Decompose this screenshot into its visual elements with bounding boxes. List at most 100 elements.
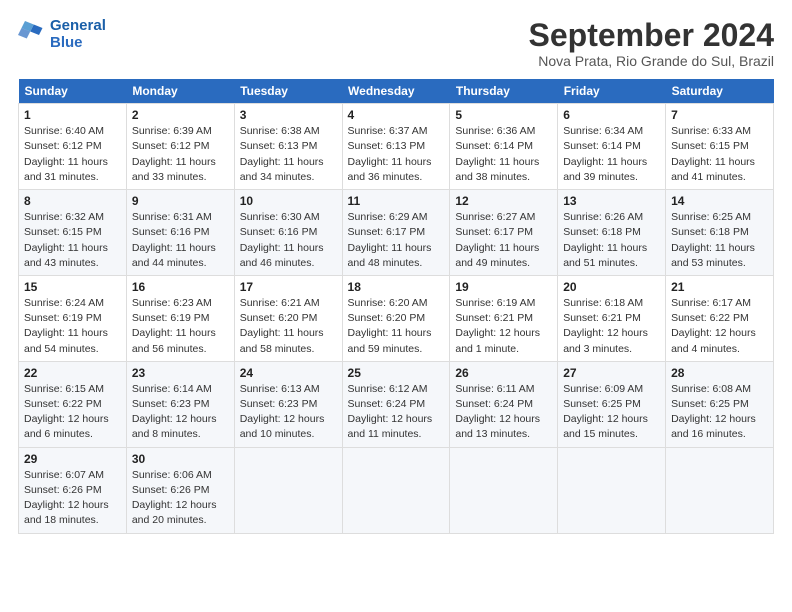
day-number: 20 xyxy=(563,280,660,294)
day-number: 5 xyxy=(455,108,552,122)
calendar-week-row: 1 Sunrise: 6:40 AM Sunset: 6:12 PM Daylig… xyxy=(19,104,774,190)
day-number: 19 xyxy=(455,280,552,294)
calendar-cell xyxy=(450,447,558,533)
month-title: September 2024 xyxy=(529,18,774,53)
day-number: 11 xyxy=(348,194,445,208)
calendar-cell: 22 Sunrise: 6:15 AM Sunset: 6:22 PM Dayli… xyxy=(19,361,127,447)
day-info: Sunrise: 6:39 AM Sunset: 6:12 PM Dayligh… xyxy=(132,124,229,185)
calendar-cell: 21 Sunrise: 6:17 AM Sunset: 6:22 PM Dayli… xyxy=(666,275,774,361)
calendar-cell: 18 Sunrise: 6:20 AM Sunset: 6:20 PM Dayli… xyxy=(342,275,450,361)
page: General Blue September 2024 Nova Prata, … xyxy=(0,0,792,544)
calendar-cell: 15Sunrise: 6:24 AM Sunset: 6:19 PM Dayli… xyxy=(19,275,127,361)
calendar-cell: 25Sunrise: 6:12 AM Sunset: 6:24 PM Dayli… xyxy=(342,361,450,447)
calendar-week-row: 15Sunrise: 6:24 AM Sunset: 6:19 PM Dayli… xyxy=(19,275,774,361)
calendar-cell: 28Sunrise: 6:08 AM Sunset: 6:25 PM Dayli… xyxy=(666,361,774,447)
day-info: Sunrise: 6:33 AM Sunset: 6:15 PM Dayligh… xyxy=(671,124,768,185)
day-info: Sunrise: 6:38 AM Sunset: 6:13 PM Dayligh… xyxy=(240,124,337,185)
day-info: Sunrise: 6:09 AM Sunset: 6:25 PM Dayligh… xyxy=(563,382,660,443)
calendar-cell: 23 Sunrise: 6:14 AM Sunset: 6:23 PM Dayli… xyxy=(126,361,234,447)
location: Nova Prata, Rio Grande do Sul, Brazil xyxy=(529,53,774,69)
day-info: Sunrise: 6:36 AM Sunset: 6:14 PM Dayligh… xyxy=(455,124,552,185)
weekday-header-saturday: Saturday xyxy=(666,79,774,104)
header: General Blue September 2024 Nova Prata, … xyxy=(18,18,774,69)
day-info: Sunrise: 6:15 AM Sunset: 6:22 PM Dayligh… xyxy=(24,382,121,443)
day-number: 17 xyxy=(240,280,337,294)
day-number: 22 xyxy=(24,366,121,380)
day-info: Sunrise: 6:23 AM Sunset: 6:19 PM Dayligh… xyxy=(132,296,229,357)
day-number: 15 xyxy=(24,280,121,294)
calendar-cell: 13 Sunrise: 6:26 AM Sunset: 6:18 PM Dayli… xyxy=(558,190,666,276)
calendar-cell: 24Sunrise: 6:13 AM Sunset: 6:23 PM Dayli… xyxy=(234,361,342,447)
calendar-cell: 7Sunrise: 6:33 AM Sunset: 6:15 PM Daylig… xyxy=(666,104,774,190)
day-info: Sunrise: 6:30 AM Sunset: 6:16 PM Dayligh… xyxy=(240,210,337,271)
calendar-cell: 19 Sunrise: 6:19 AM Sunset: 6:21 PM Dayli… xyxy=(450,275,558,361)
day-info: Sunrise: 6:34 AM Sunset: 6:14 PM Dayligh… xyxy=(563,124,660,185)
day-info: Sunrise: 6:26 AM Sunset: 6:18 PM Dayligh… xyxy=(563,210,660,271)
calendar-cell: 20 Sunrise: 6:18 AM Sunset: 6:21 PM Dayli… xyxy=(558,275,666,361)
day-info: Sunrise: 6:29 AM Sunset: 6:17 PM Dayligh… xyxy=(348,210,445,271)
day-info: Sunrise: 6:27 AM Sunset: 6:17 PM Dayligh… xyxy=(455,210,552,271)
day-number: 4 xyxy=(348,108,445,122)
day-info: Sunrise: 6:37 AM Sunset: 6:13 PM Dayligh… xyxy=(348,124,445,185)
day-number: 13 xyxy=(563,194,660,208)
day-info: Sunrise: 6:18 AM Sunset: 6:21 PM Dayligh… xyxy=(563,296,660,357)
day-info: Sunrise: 6:21 AM Sunset: 6:20 PM Dayligh… xyxy=(240,296,337,357)
calendar-cell: 8 Sunrise: 6:32 AM Sunset: 6:15 PM Daylig… xyxy=(19,190,127,276)
day-number: 21 xyxy=(671,280,768,294)
day-info: Sunrise: 6:12 AM Sunset: 6:24 PM Dayligh… xyxy=(348,382,445,443)
day-info: Sunrise: 6:31 AM Sunset: 6:16 PM Dayligh… xyxy=(132,210,229,271)
day-number: 23 xyxy=(132,366,229,380)
day-number: 27 xyxy=(563,366,660,380)
calendar-cell xyxy=(342,447,450,533)
calendar-cell: 27 Sunrise: 6:09 AM Sunset: 6:25 PM Dayli… xyxy=(558,361,666,447)
day-info: Sunrise: 6:06 AM Sunset: 6:26 PM Dayligh… xyxy=(132,468,229,529)
day-info: Sunrise: 6:19 AM Sunset: 6:21 PM Dayligh… xyxy=(455,296,552,357)
day-number: 18 xyxy=(348,280,445,294)
day-number: 24 xyxy=(240,366,337,380)
calendar-table: SundayMondayTuesdayWednesdayThursdayFrid… xyxy=(18,79,774,533)
weekday-header-friday: Friday xyxy=(558,79,666,104)
calendar-cell: 4 Sunrise: 6:37 AM Sunset: 6:13 PM Daylig… xyxy=(342,104,450,190)
day-number: 12 xyxy=(455,194,552,208)
day-info: Sunrise: 6:17 AM Sunset: 6:22 PM Dayligh… xyxy=(671,296,768,357)
weekday-header-sunday: Sunday xyxy=(19,79,127,104)
calendar-cell: 14Sunrise: 6:25 AM Sunset: 6:18 PM Dayli… xyxy=(666,190,774,276)
day-number: 1 xyxy=(24,108,121,122)
calendar-cell: 16 Sunrise: 6:23 AM Sunset: 6:19 PM Dayli… xyxy=(126,275,234,361)
day-info: Sunrise: 6:11 AM Sunset: 6:24 PM Dayligh… xyxy=(455,382,552,443)
day-info: Sunrise: 6:20 AM Sunset: 6:20 PM Dayligh… xyxy=(348,296,445,357)
day-info: Sunrise: 6:40 AM Sunset: 6:12 PM Dayligh… xyxy=(24,124,121,185)
day-number: 26 xyxy=(455,366,552,380)
calendar-cell: 12 Sunrise: 6:27 AM Sunset: 6:17 PM Dayli… xyxy=(450,190,558,276)
calendar-cell: 9Sunrise: 6:31 AM Sunset: 6:16 PM Daylig… xyxy=(126,190,234,276)
day-number: 30 xyxy=(132,452,229,466)
calendar-cell xyxy=(558,447,666,533)
day-number: 10 xyxy=(240,194,337,208)
calendar-cell: 11 Sunrise: 6:29 AM Sunset: 6:17 PM Dayli… xyxy=(342,190,450,276)
weekday-header-thursday: Thursday xyxy=(450,79,558,104)
weekday-header-monday: Monday xyxy=(126,79,234,104)
logo: General Blue xyxy=(18,18,106,51)
calendar-week-row: 8 Sunrise: 6:32 AM Sunset: 6:15 PM Daylig… xyxy=(19,190,774,276)
calendar-cell: 17 Sunrise: 6:21 AM Sunset: 6:20 PM Dayli… xyxy=(234,275,342,361)
day-number: 16 xyxy=(132,280,229,294)
day-info: Sunrise: 6:08 AM Sunset: 6:25 PM Dayligh… xyxy=(671,382,768,443)
calendar-cell: 30 Sunrise: 6:06 AM Sunset: 6:26 PM Dayli… xyxy=(126,447,234,533)
day-info: Sunrise: 6:32 AM Sunset: 6:15 PM Dayligh… xyxy=(24,210,121,271)
day-info: Sunrise: 6:07 AM Sunset: 6:26 PM Dayligh… xyxy=(24,468,121,529)
day-number: 6 xyxy=(563,108,660,122)
calendar-week-row: 22 Sunrise: 6:15 AM Sunset: 6:22 PM Dayli… xyxy=(19,361,774,447)
day-number: 8 xyxy=(24,194,121,208)
calendar-cell: 3 Sunrise: 6:38 AM Sunset: 6:13 PM Daylig… xyxy=(234,104,342,190)
title-block: September 2024 Nova Prata, Rio Grande do… xyxy=(529,18,774,69)
calendar-cell xyxy=(234,447,342,533)
calendar-cell: 5 Sunrise: 6:36 AM Sunset: 6:14 PM Daylig… xyxy=(450,104,558,190)
calendar-cell: 26 Sunrise: 6:11 AM Sunset: 6:24 PM Dayli… xyxy=(450,361,558,447)
calendar-cell: 6 Sunrise: 6:34 AM Sunset: 6:14 PM Daylig… xyxy=(558,104,666,190)
day-number: 3 xyxy=(240,108,337,122)
logo-icon xyxy=(18,21,46,49)
day-info: Sunrise: 6:14 AM Sunset: 6:23 PM Dayligh… xyxy=(132,382,229,443)
calendar-cell: 10 Sunrise: 6:30 AM Sunset: 6:16 PM Dayli… xyxy=(234,190,342,276)
calendar-cell: 1 Sunrise: 6:40 AM Sunset: 6:12 PM Daylig… xyxy=(19,104,127,190)
weekday-header-wednesday: Wednesday xyxy=(342,79,450,104)
